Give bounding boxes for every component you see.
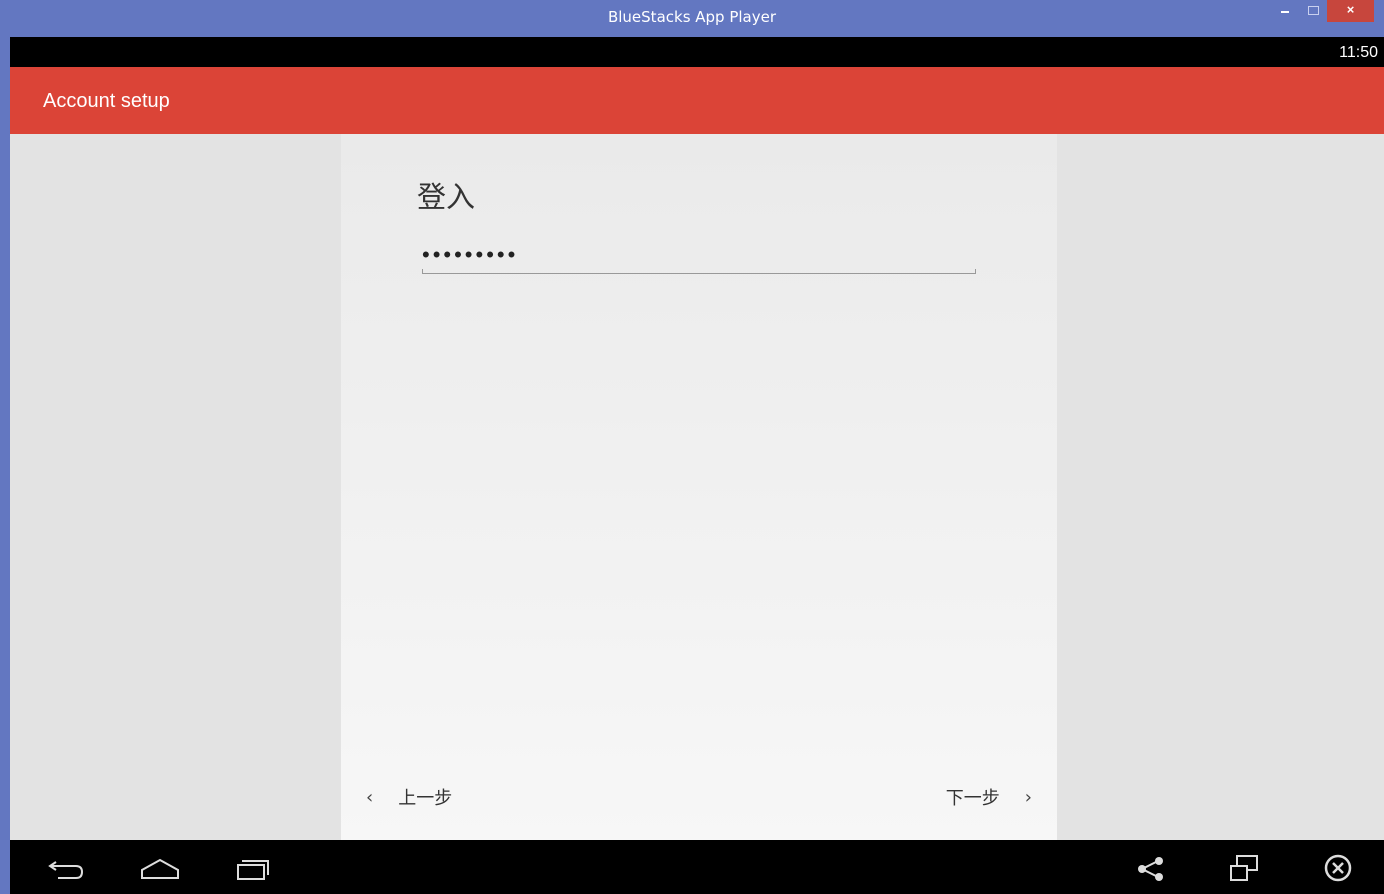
chevron-right-icon: ›: [1024, 786, 1032, 808]
recent-apps-icon[interactable]: [232, 852, 276, 884]
password-value: •••••••••: [422, 242, 519, 267]
minimize-button[interactable]: [1271, 0, 1297, 22]
back-step-label: 上一步: [398, 788, 453, 808]
close-circle-icon[interactable]: [1316, 852, 1360, 884]
share-icon[interactable]: [1130, 852, 1174, 884]
page-title: 登入: [417, 180, 476, 214]
bluestacks-window: BlueStacks App Player × 11:50 Account se…: [0, 0, 1384, 894]
navigation-bar: [10, 840, 1384, 894]
back-step-button[interactable]: ‹ 上一步: [366, 782, 452, 812]
password-field[interactable]: •••••••••: [422, 242, 976, 274]
status-clock: 11:50: [1339, 44, 1378, 61]
back-arrow-icon[interactable]: [46, 852, 90, 884]
window-title: BlueStacks App Player: [607, 8, 777, 26]
app-bar: Account setup: [10, 67, 1384, 134]
chevron-left-icon: ‹: [366, 786, 374, 808]
close-button[interactable]: ×: [1327, 0, 1374, 22]
password-underline: [422, 269, 976, 274]
android-screen: 11:50 Account setup 登入 ••••••••• ‹ 上一步 下…: [10, 37, 1384, 894]
title-bar[interactable]: BlueStacks App Player ×: [0, 0, 1384, 36]
home-icon[interactable]: [138, 852, 182, 884]
window-mode-icon[interactable]: [1223, 852, 1267, 884]
status-bar: 11:50: [10, 37, 1384, 67]
maximize-button[interactable]: [1299, 0, 1325, 22]
content-area: 登入 ••••••••• ‹ 上一步 下一步 ›: [10, 134, 1384, 840]
close-icon: ×: [1346, 2, 1355, 17]
signin-card: 登入 ••••••••• ‹ 上一步 下一步 ›: [341, 134, 1057, 840]
app-bar-title: Account setup: [43, 90, 170, 112]
next-step-label: 下一步: [945, 788, 1000, 808]
next-step-button[interactable]: 下一步 ›: [946, 782, 1032, 812]
